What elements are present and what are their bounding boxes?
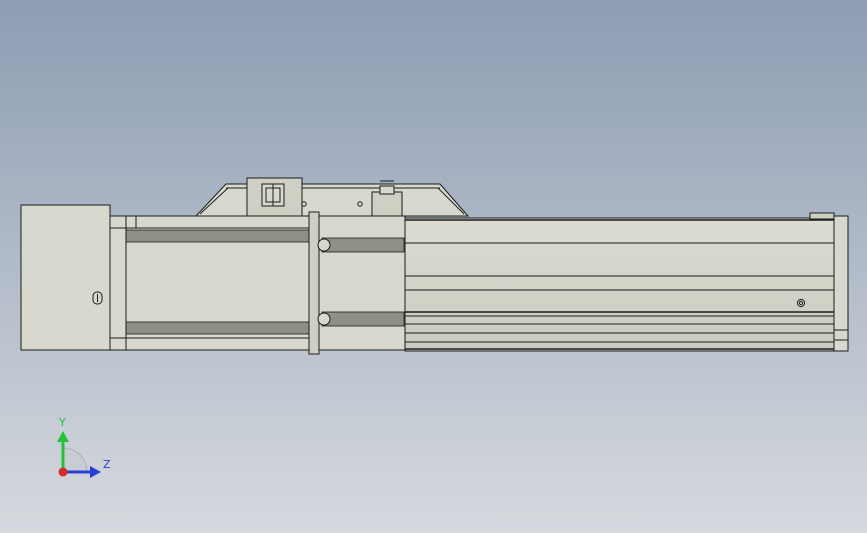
coupling-lower-slot — [321, 311, 405, 327]
triad-x-axis-dot — [58, 467, 68, 477]
flange-plate — [308, 211, 320, 355]
mount-bolt-right — [379, 185, 395, 195]
carriage-block[interactable] — [194, 177, 470, 217]
coupling-upper-slot — [321, 237, 405, 253]
rail-body — [404, 217, 835, 352]
end-cap-body — [833, 215, 849, 352]
rail-extrusion[interactable] — [404, 217, 835, 352]
coupling-upper-boss — [317, 238, 331, 252]
motor-cover-body — [20, 204, 111, 351]
coupling-housing — [318, 215, 406, 351]
coupling-lower-boss — [317, 312, 331, 326]
end-cap-tab — [809, 212, 835, 220]
coupling-flange[interactable] — [308, 211, 406, 355]
carriage-mount-right — [371, 191, 403, 217]
carriage-plate — [194, 183, 470, 217]
motor-cover[interactable] — [20, 204, 111, 351]
motor-body[interactable] — [109, 215, 315, 351]
triad-y-label: Y — [58, 416, 66, 429]
model-canvas[interactable]: Y Z — [0, 0, 867, 533]
cad-viewport[interactable]: Y Z — [0, 0, 867, 533]
motor-upper-groove — [125, 229, 315, 243]
motor-lower-groove — [125, 321, 315, 335]
triad-z-label: Z — [103, 458, 111, 471]
